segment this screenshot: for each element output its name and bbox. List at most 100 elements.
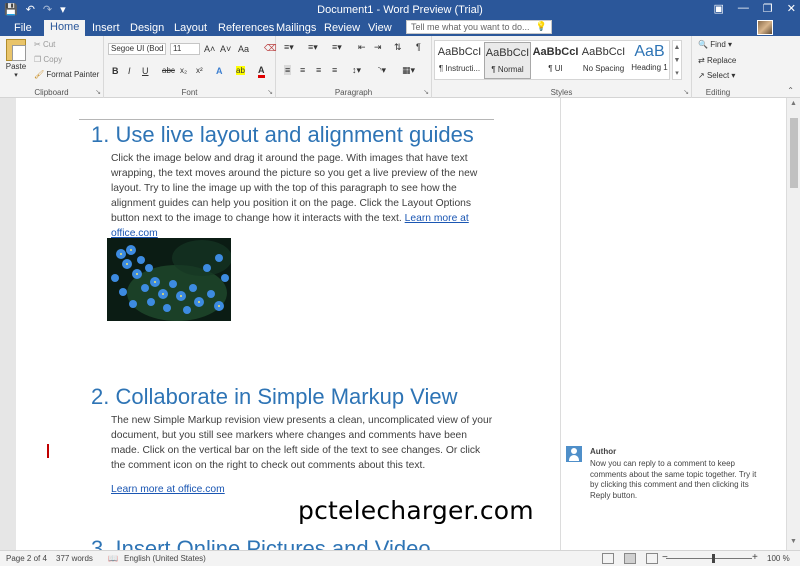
- language[interactable]: English (United States): [124, 554, 206, 563]
- grow-font-button[interactable]: A˄: [204, 44, 215, 54]
- format-painter-button[interactable]: 🖌 Format Painter: [34, 70, 99, 79]
- select-dropdown-icon: ▾: [731, 71, 736, 80]
- vertical-scrollbar[interactable]: ▲ ▼: [786, 98, 800, 550]
- sort-icon[interactable]: ⇅: [394, 42, 402, 53]
- tab-review[interactable]: Review: [318, 21, 366, 36]
- style-ui[interactable]: AaBbCcI ¶ UI: [532, 42, 579, 79]
- word-count[interactable]: 377 words: [56, 554, 93, 563]
- line-spacing-icon[interactable]: ↕▾: [352, 65, 361, 76]
- replace-icon: ⇄: [698, 56, 705, 65]
- zoom-slider-thumb[interactable]: [712, 554, 715, 563]
- select-label: Select: [706, 71, 730, 80]
- clipboard-launcher-icon[interactable]: ↘: [95, 88, 101, 96]
- paste-icon: [6, 39, 26, 61]
- minimize-icon[interactable]: —: [738, 2, 749, 15]
- strikethrough-button[interactable]: abc: [162, 66, 175, 75]
- clipboard-group-label: Clipboard: [34, 88, 69, 97]
- clear-formatting-icon[interactable]: ⌫: [264, 43, 277, 54]
- restore-icon[interactable]: ❐: [763, 2, 773, 15]
- increase-indent-icon[interactable]: ⇥: [374, 42, 382, 53]
- proofing-icon[interactable]: 📖: [108, 554, 118, 563]
- font-name-select[interactable]: Segoe UI (Bod: [108, 43, 166, 55]
- tab-view[interactable]: View: [362, 21, 398, 36]
- ribbon-options-icon[interactable]: ▣: [714, 2, 724, 15]
- bold-button[interactable]: B: [112, 66, 119, 76]
- text-effects-button[interactable]: A: [216, 66, 223, 76]
- paragraph-2[interactable]: The new Simple Markup revision view pres…: [111, 413, 496, 473]
- change-case-button[interactable]: Aa: [238, 44, 249, 54]
- numbering-icon[interactable]: ≡▾: [308, 42, 318, 53]
- tab-layout[interactable]: Layout: [168, 21, 213, 36]
- scroll-up-arrow-icon[interactable]: ▲: [790, 100, 797, 107]
- highlight-button[interactable]: ab: [236, 66, 245, 75]
- tab-insert[interactable]: Insert: [86, 21, 126, 36]
- select-button[interactable]: ↗ Select ▾: [698, 71, 735, 80]
- heading-1[interactable]: 1. Use live layout and alignment guides: [91, 122, 474, 148]
- superscript-button[interactable]: x²: [196, 66, 203, 75]
- show-formatting-icon[interactable]: ¶: [416, 42, 421, 52]
- forget-me-not-photo[interactable]: [107, 238, 231, 321]
- ribbon-tabs: File Home Insert Design Layout Reference…: [0, 19, 800, 36]
- change-bar[interactable]: [47, 444, 49, 458]
- heading-2[interactable]: 2. Collaborate in Simple Markup View: [91, 384, 457, 410]
- paste-dropdown-icon[interactable]: ▾: [4, 71, 28, 79]
- scroll-down-icon[interactable]: ▼: [673, 54, 681, 67]
- style-instructions[interactable]: AaBbCcI ¶ Instructi...: [436, 42, 483, 79]
- bullets-icon[interactable]: ≡▾: [284, 42, 294, 53]
- paste-button[interactable]: Paste ▾: [4, 39, 28, 79]
- read-mode-icon[interactable]: [602, 553, 614, 564]
- styles-launcher-icon[interactable]: ↘: [683, 88, 689, 96]
- styles-scroll[interactable]: ▲ ▼ ▾: [672, 40, 682, 80]
- window-title: Document1 - Word Preview (Trial): [317, 4, 483, 16]
- multilevel-list-icon[interactable]: ≡▾: [332, 42, 342, 53]
- user-avatar[interactable]: [757, 20, 773, 35]
- collapse-ribbon-icon[interactable]: ⌃: [787, 86, 794, 95]
- tell-me-search[interactable]: Tell me what you want to do... 💡: [406, 20, 552, 34]
- tab-mailings[interactable]: Mailings: [270, 21, 322, 36]
- web-layout-icon[interactable]: [646, 553, 658, 564]
- style-normal[interactable]: AaBbCcI ¶ Normal: [484, 42, 531, 79]
- paragraph-1[interactable]: Click the image below and drag it around…: [111, 151, 496, 241]
- print-layout-icon[interactable]: [624, 553, 636, 564]
- close-icon[interactable]: ✕: [787, 2, 796, 15]
- underline-button[interactable]: U: [142, 66, 149, 76]
- style-name: Heading 1: [631, 63, 668, 72]
- justify-icon[interactable]: ≡: [332, 65, 337, 75]
- scroll-up-icon[interactable]: ▲: [673, 41, 681, 54]
- learn-more-link[interactable]: Learn more at office.com: [111, 484, 225, 495]
- more-styles-icon[interactable]: ▾: [673, 67, 681, 80]
- borders-icon[interactable]: ▦▾: [402, 65, 415, 76]
- zoom-level[interactable]: 100 %: [767, 554, 790, 563]
- align-right-icon[interactable]: ≡: [316, 65, 321, 75]
- align-left-icon[interactable]: ≡: [284, 65, 292, 75]
- style-heading-1[interactable]: AaB Heading 1: [626, 42, 673, 79]
- zoom-slider[interactable]: [666, 558, 752, 559]
- tab-design[interactable]: Design: [124, 21, 170, 36]
- shading-icon[interactable]: ◝▾: [378, 65, 386, 76]
- scrollbar-thumb[interactable]: [790, 118, 798, 188]
- paragraph-group-label: Paragraph: [334, 88, 373, 97]
- scroll-down-arrow-icon[interactable]: ▼: [790, 538, 797, 545]
- cut-button[interactable]: ✂ Cut: [34, 40, 55, 49]
- style-no-spacing[interactable]: AaBbCcI No Spacing: [580, 42, 627, 79]
- tab-home[interactable]: Home: [44, 20, 86, 36]
- cut-label: Cut: [42, 40, 56, 49]
- copy-button[interactable]: ❐ Copy: [34, 55, 62, 64]
- font-color-button[interactable]: A: [258, 66, 265, 78]
- font-size-select[interactable]: 11: [170, 43, 200, 55]
- subscript-button[interactable]: x₂: [180, 66, 187, 75]
- find-button[interactable]: 🔍 Find ▾: [698, 40, 732, 49]
- zoom-in-button[interactable]: +: [752, 552, 758, 563]
- status-bar: Page 2 of 4 377 words 📖 English (United …: [0, 550, 800, 566]
- align-center-icon[interactable]: ≡: [300, 65, 305, 75]
- paragraph-launcher-icon[interactable]: ↘: [423, 88, 429, 96]
- font-launcher-icon[interactable]: ↘: [267, 88, 273, 96]
- decrease-indent-icon[interactable]: ⇤: [358, 42, 366, 53]
- page-count[interactable]: Page 2 of 4: [6, 554, 47, 563]
- tab-file[interactable]: File: [8, 21, 38, 36]
- document-page[interactable]: 1. Use live layout and alignment guides …: [16, 98, 560, 561]
- shrink-font-button[interactable]: A˅: [220, 44, 231, 54]
- replace-button[interactable]: ⇄ Replace: [698, 56, 736, 65]
- italic-button[interactable]: I: [128, 66, 131, 76]
- document-area: 1. Use live layout and alignment guides …: [0, 98, 800, 561]
